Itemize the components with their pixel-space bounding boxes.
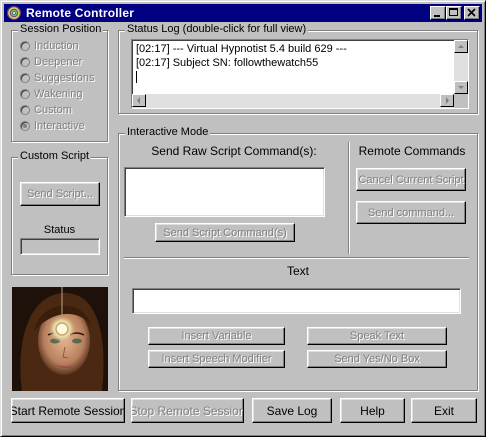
insert-speech-modifier-button[interactable]: Insert Speech Modifier bbox=[148, 350, 285, 368]
radio-interactive[interactable]: Interactive bbox=[20, 119, 85, 133]
horizontal-scrollbar[interactable] bbox=[132, 94, 454, 108]
title-bar[interactable]: Remote Controller bbox=[4, 4, 482, 22]
arrow-up-icon bbox=[458, 45, 464, 48]
exit-button[interactable]: Exit bbox=[411, 398, 477, 423]
horizontal-divider bbox=[124, 257, 469, 258]
radio-label: Custom bbox=[34, 104, 72, 116]
radio-indicator bbox=[20, 89, 30, 99]
help-button[interactable]: Help bbox=[340, 398, 405, 423]
arrow-right-icon bbox=[446, 97, 449, 104]
status-log-legend: Status Log (double-click for full view) bbox=[125, 23, 309, 35]
close-icon bbox=[467, 8, 476, 17]
hypnotist-avatar bbox=[12, 287, 108, 391]
interactive-mode-legend: Interactive Mode bbox=[125, 126, 211, 138]
radio-indicator bbox=[20, 105, 30, 115]
maximize-button[interactable] bbox=[446, 6, 462, 20]
radio-indicator bbox=[20, 57, 30, 67]
radio-indicator-selected bbox=[20, 121, 30, 131]
text-heading: Text bbox=[286, 264, 309, 278]
spiral-icon bbox=[6, 5, 22, 21]
close-button[interactable] bbox=[464, 6, 480, 20]
session-position-group: Session Position Induction Deepener Sugg… bbox=[11, 23, 108, 142]
log-line: [02:17] --- Virtual Hypnotist 5.4 build … bbox=[136, 43, 347, 55]
scroll-left-button[interactable] bbox=[132, 94, 146, 107]
status-log-group: Status Log (double-click for full view) … bbox=[118, 23, 478, 114]
radio-label: Induction bbox=[34, 40, 79, 52]
arrow-down-icon bbox=[458, 86, 464, 89]
status-field bbox=[20, 238, 100, 255]
session-position-legend: Session Position bbox=[18, 23, 104, 35]
save-log-button[interactable]: Save Log bbox=[252, 398, 332, 423]
radio-label: Interactive bbox=[34, 120, 85, 132]
insert-variable-button[interactable]: Insert Variable bbox=[148, 327, 285, 345]
vertical-divider bbox=[348, 142, 349, 254]
text-caret bbox=[136, 71, 137, 83]
raw-command-heading: Send Raw Script Command(s): bbox=[151, 144, 317, 158]
scroll-right-button[interactable] bbox=[440, 94, 454, 107]
send-command-button[interactable]: Send command... bbox=[356, 201, 466, 224]
scroll-up-button[interactable] bbox=[454, 40, 468, 53]
minimize-icon bbox=[434, 15, 440, 17]
avatar-image bbox=[12, 287, 108, 391]
status-label: Status bbox=[43, 224, 76, 236]
cancel-current-script-button[interactable]: Cancel Current Script bbox=[356, 168, 466, 191]
vertical-scrollbar[interactable] bbox=[454, 40, 468, 94]
radio-label: Wakening bbox=[34, 88, 83, 100]
radio-induction[interactable]: Induction bbox=[20, 39, 79, 53]
radio-indicator bbox=[20, 41, 30, 51]
status-log-box[interactable]: [02:17] --- Virtual Hypnotist 5.4 build … bbox=[131, 39, 469, 109]
radio-label: Deepener bbox=[34, 56, 83, 68]
radio-suggestions[interactable]: Suggestions bbox=[20, 71, 95, 85]
radio-custom[interactable]: Custom bbox=[20, 103, 72, 117]
radio-indicator bbox=[20, 73, 30, 83]
radio-label: Suggestions bbox=[34, 72, 95, 84]
maximize-icon bbox=[449, 8, 458, 16]
arrow-left-icon bbox=[137, 97, 140, 104]
send-script-button[interactable]: Send Script... bbox=[20, 182, 100, 206]
interactive-mode-group: Interactive Mode Send Raw Script Command… bbox=[118, 126, 478, 391]
remote-commands-heading: Remote Commands bbox=[358, 144, 466, 158]
scroll-down-button[interactable] bbox=[454, 81, 468, 94]
stop-remote-session-button[interactable]: Stop Remote Session bbox=[131, 398, 244, 423]
custom-script-legend: Custom Script bbox=[18, 150, 92, 162]
radio-deepener[interactable]: Deepener bbox=[20, 55, 82, 69]
scrollbar-corner bbox=[454, 94, 468, 108]
raw-command-textarea[interactable] bbox=[124, 167, 325, 217]
custom-script-group: Custom Script Send Script... Status bbox=[11, 150, 108, 275]
start-remote-session-button[interactable]: Start Remote Session bbox=[11, 398, 125, 423]
text-input[interactable] bbox=[132, 288, 461, 314]
speak-text-button[interactable]: Speak Text bbox=[307, 327, 447, 345]
minimize-button[interactable] bbox=[430, 6, 446, 20]
remote-controller-window: Remote Controller Session Position Induc… bbox=[0, 0, 486, 437]
send-script-command-button[interactable]: Send Script Command(s) bbox=[155, 223, 295, 242]
send-yes-no-box-button[interactable]: Send Yes/No Box bbox=[307, 350, 447, 368]
window-title: Remote Controller bbox=[26, 6, 135, 20]
radio-wakening[interactable]: Wakening bbox=[20, 87, 83, 101]
log-line: [02:17] Subject SN: followthewatch55 bbox=[136, 57, 319, 69]
